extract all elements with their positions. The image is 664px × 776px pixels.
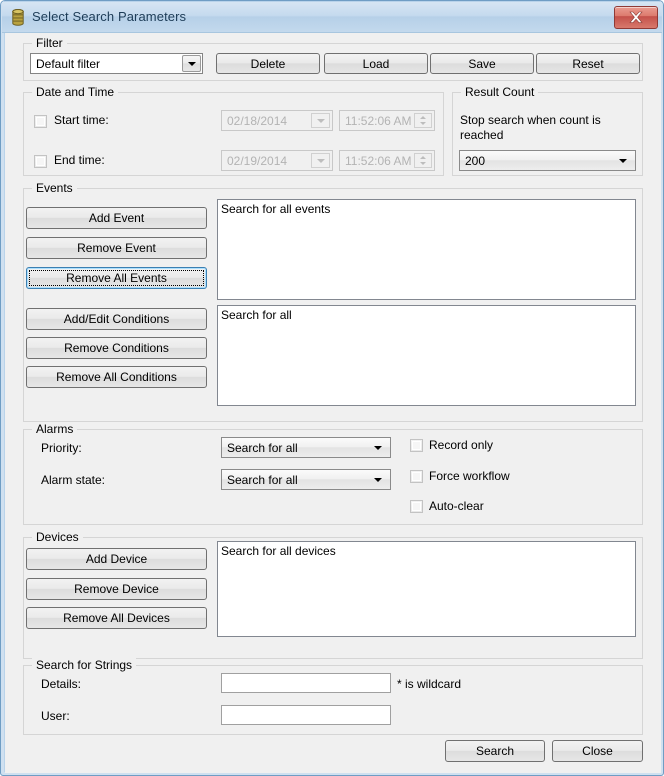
result-count-desc-line2: reached [460,128,504,142]
start-date-picker[interactable]: 02/18/2014 [221,110,333,131]
start-date-value: 02/18/2014 [227,113,288,128]
search-button[interactable]: Search [445,740,545,762]
load-filter-button[interactable]: Load [324,53,428,74]
end-time-picker[interactable]: 11:52:06 AM [339,150,435,171]
filter-group-label: Filter [32,36,67,50]
remove-device-button[interactable]: Remove Device [26,578,207,600]
start-time-checkbox[interactable] [34,115,47,128]
end-time-checkbox[interactable] [34,155,47,168]
remove-all-conditions-label: Remove All Conditions [56,370,177,384]
alarms-group-label: Alarms [32,422,78,436]
time-spinner-icon[interactable] [414,113,432,128]
conditions-list-pane[interactable]: Search for all [217,305,636,406]
start-time-picker[interactable]: 11:52:06 AM [339,110,435,131]
add-event-button[interactable]: Add Event [26,207,207,229]
remove-all-events-label: Remove All Events [66,271,167,285]
alarm-state-value: Search for all [227,472,298,487]
result-count-combo[interactable]: 200 [459,150,636,171]
details-input[interactable] [221,673,391,693]
dialog-body: Filter Default filter Delete Load Save R… [5,33,661,773]
events-list-pane[interactable]: Search for all events [217,199,636,300]
filter-combo[interactable]: Default filter [30,53,203,74]
title-bar: Select Search Parameters [2,2,662,33]
remove-device-label: Remove Device [74,582,159,596]
end-time-label: End time: [54,153,105,167]
reset-filter-label: Reset [572,56,604,71]
auto-clear-label: Auto-clear [429,499,484,513]
alarm-state-label: Alarm state: [41,473,106,487]
chevron-down-icon[interactable] [369,439,386,456]
result-count-desc-line1: Stop search when count is [460,113,601,127]
remove-all-devices-button[interactable]: Remove All Devices [26,607,207,629]
wildcard-hint: * is wildcard [397,677,462,691]
remove-event-button[interactable]: Remove Event [26,237,207,259]
search-strings-group-label: Search for Strings [32,658,137,672]
calendar-chevron-down-icon[interactable] [311,113,330,128]
load-filter-label: Load [362,56,390,71]
delete-filter-button[interactable]: Delete [216,53,320,74]
close-icon [629,11,643,23]
result-count-group-label: Result Count [461,85,539,99]
conditions-list-text: Search for all [221,308,292,322]
details-label: Details: [41,677,82,691]
remove-all-conditions-button[interactable]: Remove All Conditions [26,366,207,388]
start-time-value: 11:52:06 AM [345,113,412,128]
end-time-value: 11:52:06 AM [345,153,412,168]
start-time-label: Start time: [54,113,109,127]
reset-filter-button[interactable]: Reset [536,53,640,74]
record-only-checkbox[interactable] [410,439,423,452]
search-button-label: Search [475,744,515,758]
force-workflow-label: Force workflow [429,469,510,483]
filter-combo-value: Default filter [36,56,101,71]
priority-combo[interactable]: Search for all [221,437,391,458]
devices-list-text: Search for all devices [221,544,336,558]
date-time-group-label: Date and Time [32,85,119,99]
chevron-down-icon[interactable] [182,55,201,72]
events-list-text: Search for all events [221,202,331,216]
close-dialog-button[interactable]: Close [552,740,643,762]
record-only-label: Record only [429,438,494,452]
calendar-chevron-down-icon[interactable] [311,153,330,168]
devices-group-label: Devices [32,530,83,544]
auto-clear-checkbox[interactable] [410,500,423,513]
remove-conditions-button[interactable]: Remove Conditions [26,337,207,359]
delete-filter-label: Delete [250,56,286,71]
end-date-value: 02/19/2014 [227,153,288,168]
add-edit-conditions-label: Add/Edit Conditions [63,312,170,326]
force-workflow-checkbox[interactable] [410,470,423,483]
save-filter-button[interactable]: Save [430,53,534,74]
priority-label: Priority: [41,441,82,455]
add-edit-conditions-button[interactable]: Add/Edit Conditions [26,308,207,330]
database-icon [10,9,26,26]
add-device-button[interactable]: Add Device [26,548,207,570]
priority-value: Search for all [227,440,298,455]
add-device-label: Add Device [85,552,148,566]
alarm-state-combo[interactable]: Search for all [221,469,391,490]
remove-all-devices-label: Remove All Devices [63,611,170,625]
end-date-picker[interactable]: 02/19/2014 [221,150,333,171]
save-filter-label: Save [468,56,496,71]
dialog-window: Select Search Parameters Filter Default … [0,0,664,776]
chevron-down-icon[interactable] [369,471,386,488]
result-count-value: 200 [465,153,486,168]
window-title: Select Search Parameters [32,9,187,24]
add-event-label: Add Event [88,211,145,225]
time-spinner-icon[interactable] [414,153,432,168]
close-button[interactable] [614,6,658,29]
events-group-label: Events [32,181,77,195]
remove-conditions-label: Remove Conditions [64,341,169,355]
user-input[interactable] [221,705,391,725]
close-dialog-label: Close [582,744,613,758]
remove-all-events-button[interactable]: Remove All Events [26,267,207,289]
devices-list-pane[interactable]: Search for all devices [217,541,636,637]
remove-event-label: Remove Event [77,241,156,255]
user-label: User: [41,709,70,723]
chevron-down-icon[interactable] [614,152,631,169]
